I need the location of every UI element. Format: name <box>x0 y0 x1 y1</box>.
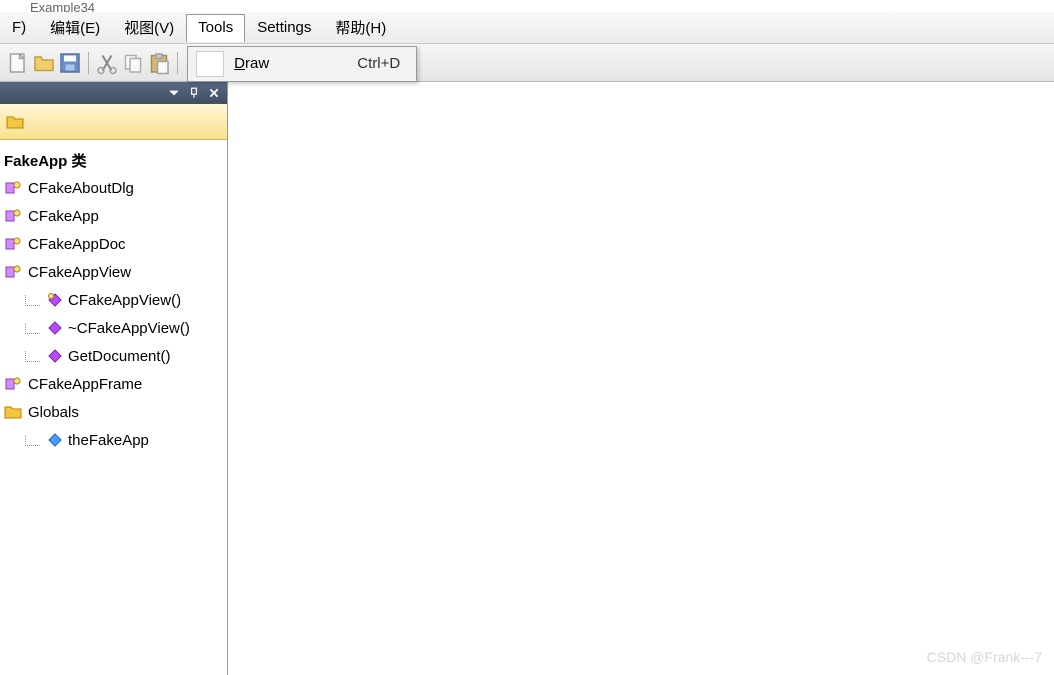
tree-item-label: ~CFakeAppView() <box>68 320 190 337</box>
class-icon <box>4 236 22 252</box>
toolbar-separator <box>177 52 178 74</box>
tree-method-item[interactable]: ~CFakeAppView() <box>4 314 223 342</box>
tree-class-item[interactable]: CFakeApp <box>4 202 223 230</box>
tree-guide-icon <box>22 295 42 306</box>
tree-method-item[interactable]: CFakeAppView() <box>4 286 223 314</box>
tree-root-label: FakeApp 类 <box>4 150 87 171</box>
pane-close-icon[interactable] <box>207 86 221 100</box>
menu-tools[interactable]: Tools Draw Ctrl+D <box>186 14 245 42</box>
folder-icon <box>4 404 22 420</box>
class-icon <box>4 376 22 392</box>
tree-variable-item[interactable]: theFakeApp <box>4 426 223 454</box>
tree-folder-item[interactable]: Globals <box>4 398 223 426</box>
method-ctor-icon <box>48 293 62 307</box>
copy-button[interactable] <box>121 51 145 75</box>
tree-item-label: CFakeAppView <box>28 264 131 281</box>
menu-help[interactable]: 帮助(H) <box>323 12 398 43</box>
tree-guide-icon <box>22 323 42 334</box>
tree-item-label: CFakeApp <box>28 208 99 225</box>
pane-dropdown-icon[interactable] <box>167 86 181 100</box>
tree-class-item[interactable]: CFakeAboutDlg <box>4 174 223 202</box>
tree-item-label: CFakeAppDoc <box>28 236 126 253</box>
class-view-pane: FakeApp 类 CFakeAboutDlg CFakeApp CFakeAp… <box>0 82 228 675</box>
method-icon <box>48 349 62 363</box>
paste-button[interactable] <box>147 51 171 75</box>
tree-root[interactable]: FakeApp 类 <box>4 146 223 174</box>
class-icon <box>4 208 22 224</box>
new-button[interactable] <box>6 51 30 75</box>
menu-edit[interactable]: 编辑(E) <box>38 12 112 43</box>
class-icon <box>4 264 22 280</box>
menubar: F) 编辑(E) 视图(V) Tools Draw Ctrl+D Setting… <box>0 12 1054 44</box>
tree-guide-icon <box>22 351 42 362</box>
menu-settings[interactable]: Settings <box>245 14 323 41</box>
class-icon <box>4 180 22 196</box>
title-bar: Example34 <box>0 0 1054 12</box>
tree-class-item[interactable]: CFakeAppDoc <box>4 230 223 258</box>
tree-item-label: Globals <box>28 404 79 421</box>
tree-item-label: CFakeAboutDlg <box>28 180 134 197</box>
menu-draw[interactable]: Draw Ctrl+D <box>188 47 416 81</box>
variable-icon <box>48 433 62 447</box>
cut-button[interactable] <box>95 51 119 75</box>
menu-draw-label: Draw <box>234 55 357 72</box>
tree-item-label: theFakeApp <box>68 432 149 449</box>
save-button[interactable] <box>58 51 82 75</box>
tree-item-label: GetDocument() <box>68 348 171 365</box>
tree-item-label: CFakeAppFrame <box>28 376 142 393</box>
menu-file[interactable]: F) <box>0 14 38 41</box>
document-area <box>228 82 1054 675</box>
tree-item-label: CFakeAppView() <box>68 292 181 309</box>
folder-icon <box>6 114 24 130</box>
menu-tools-label: Tools <box>198 19 233 36</box>
menu-view[interactable]: 视图(V) <box>112 12 186 43</box>
tree-guide-icon <box>22 435 42 446</box>
tools-dropdown: Draw Ctrl+D <box>187 46 417 82</box>
pane-pin-icon[interactable] <box>187 86 201 100</box>
class-tree: FakeApp 类 CFakeAboutDlg CFakeApp CFakeAp… <box>0 140 227 675</box>
method-icon <box>48 321 62 335</box>
tree-method-item[interactable]: GetDocument() <box>4 342 223 370</box>
pane-header <box>0 82 227 104</box>
watermark: CSDN @Frank---7 <box>927 649 1042 665</box>
toolbar-separator <box>88 52 89 74</box>
menu-draw-shortcut: Ctrl+D <box>357 55 408 72</box>
tree-class-item[interactable]: CFakeAppView <box>4 258 223 286</box>
open-button[interactable] <box>32 51 56 75</box>
tree-class-item[interactable]: CFakeAppFrame <box>4 370 223 398</box>
toolbar <box>0 44 1054 82</box>
draw-icon <box>196 51 224 77</box>
pane-folder-bar[interactable] <box>0 104 227 140</box>
